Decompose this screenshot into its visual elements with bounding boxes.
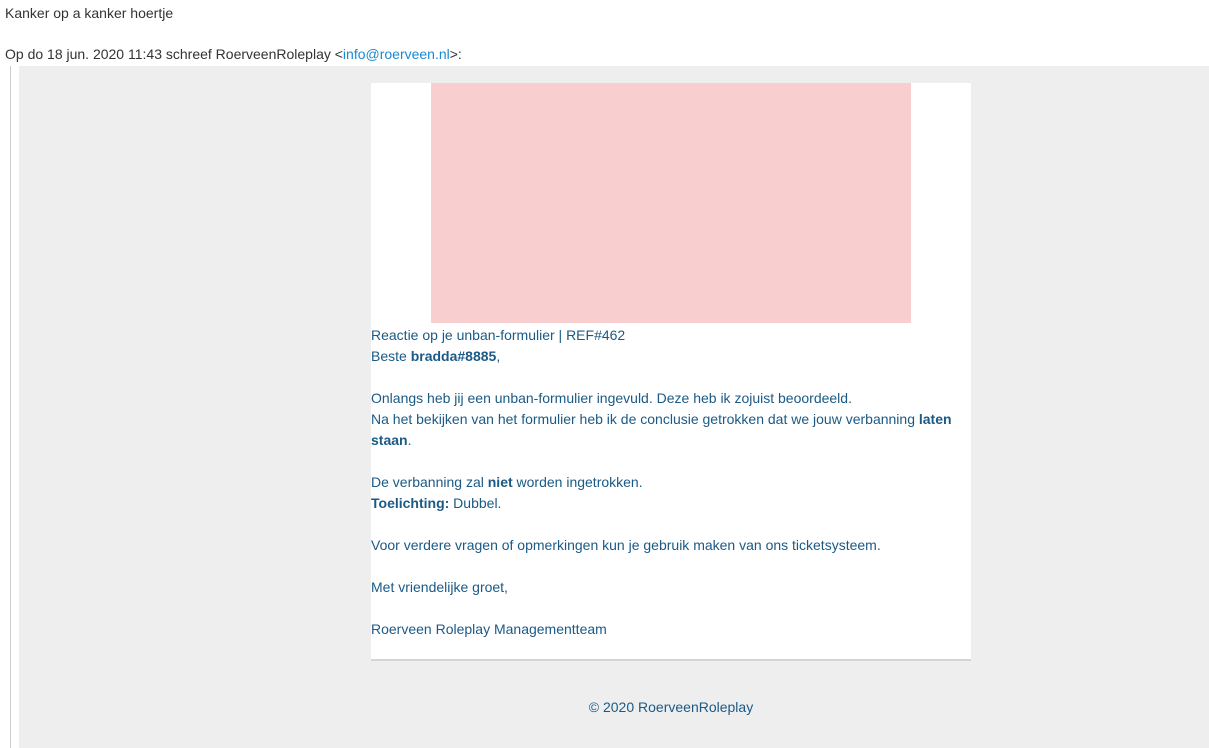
explanation-line: Toelichting: Dubbel. (371, 493, 971, 514)
greeting-prefix: Beste (371, 348, 411, 364)
explanation-label: Toelichting: (371, 495, 450, 511)
username: bradda#8885 (410, 348, 497, 364)
email-content: Reactie op je unban-formulier | REF#462 … (371, 325, 971, 640)
decision-prefix: De verbanning zal (371, 474, 488, 490)
explanation-value: Dubbel. (449, 495, 502, 511)
email-subject: Reactie op je unban-formulier | REF#462 (371, 327, 626, 343)
quote-bar (10, 66, 11, 748)
email-greeting: Beste bradda#8885, (371, 346, 971, 367)
paragraph-1-line-1: Onlangs heb jij een unban-formulier inge… (371, 390, 852, 406)
decision-bold: niet (487, 474, 513, 490)
header-banner-image (431, 83, 911, 323)
quoted-email-body: Reactie op je unban-formulier | REF#462 … (19, 66, 1209, 748)
questions-line: Voor verdere vragen of opmerkingen kun j… (371, 537, 881, 553)
decision-line: De verbanning zal niet worden ingetrokke… (371, 472, 971, 493)
greeting-suffix: , (496, 348, 501, 364)
email-card: Reactie op je unban-formulier | REF#462 … (371, 83, 971, 661)
sender-email-link[interactable]: info@roerveen.nl (343, 46, 450, 62)
email-footer: © 2020 RoerveenRoleplay (588, 699, 754, 715)
quote-header-prefix: Op do 18 jun. 2020 11:43 schreef Roervee… (5, 46, 343, 62)
signature-line: Roerveen Roleplay Managementteam (371, 621, 607, 637)
quote-header: Op do 18 jun. 2020 11:43 schreef Roervee… (5, 45, 462, 63)
closing-line: Met vriendelijke groet, (371, 579, 508, 595)
conclusion-prefix: Na het bekijken van het formulier heb ik… (371, 411, 919, 427)
quote-header-suffix: >: (449, 46, 462, 62)
reply-text: Kanker op a kanker hoertje (5, 5, 174, 21)
conclusion-suffix: . (407, 432, 412, 448)
decision-suffix: worden ingetrokken. (512, 474, 643, 490)
paragraph-1-line-2: Na het bekijken van het formulier heb ik… (371, 409, 971, 451)
